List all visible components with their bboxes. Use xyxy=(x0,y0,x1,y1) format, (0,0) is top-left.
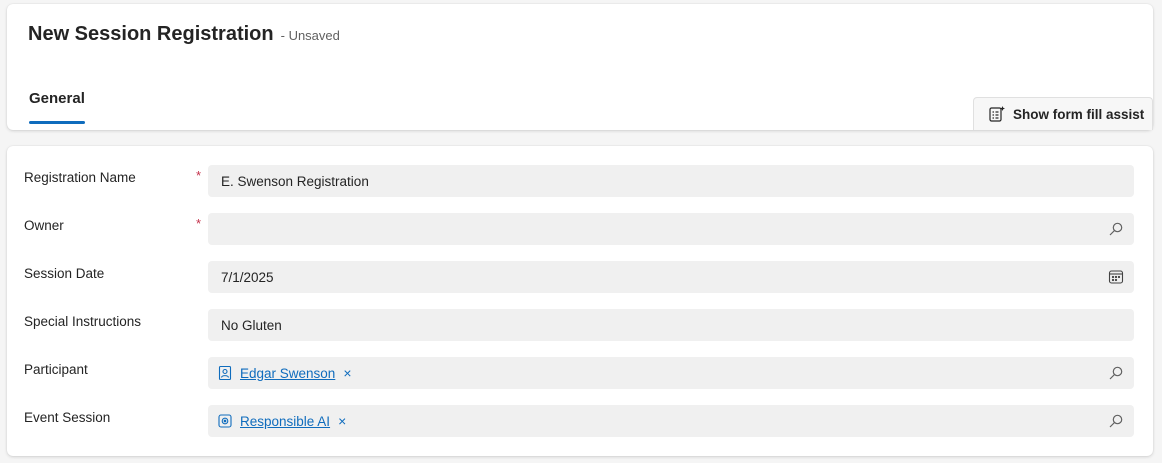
save-status: - Unsaved xyxy=(280,28,340,43)
owner-lookup-input[interactable] xyxy=(208,213,1134,245)
contact-icon xyxy=(217,365,233,381)
event-session-lookup-input[interactable]: Responsible AI × xyxy=(208,405,1134,437)
field-label: Registration Name xyxy=(24,170,136,185)
field-row-session-date: Session Date 7/1/2025 xyxy=(7,261,1153,293)
participant-lookup-input[interactable]: Edgar Swenson × xyxy=(208,357,1134,389)
field-label: Session Date xyxy=(24,266,105,281)
special-instructions-input[interactable]: No Gluten xyxy=(208,309,1134,341)
field-row-participant: Participant Edgar Swenson × xyxy=(7,357,1153,389)
field-label: Owner xyxy=(24,218,64,233)
field-value: E. Swenson Registration xyxy=(221,173,369,189)
form-assist-icon xyxy=(988,105,1006,123)
session-date-input[interactable]: 7/1/2025 xyxy=(208,261,1134,293)
tab-general[interactable]: General xyxy=(29,90,85,107)
field-row-registration-name: Registration Name * E. Swenson Registrat… xyxy=(7,165,1153,197)
registration-name-input[interactable]: E. Swenson Registration xyxy=(208,165,1134,197)
event-session-link[interactable]: Responsible AI xyxy=(240,414,330,429)
remove-participant-icon[interactable]: × xyxy=(343,366,351,380)
search-icon[interactable] xyxy=(1108,221,1124,237)
participant-tag: Edgar Swenson × xyxy=(217,365,352,381)
field-value: No Gluten xyxy=(221,317,282,333)
search-icon[interactable] xyxy=(1108,365,1124,381)
field-row-special-instructions: Special Instructions No Gluten xyxy=(7,309,1153,341)
page-title: New Session Registration xyxy=(28,23,274,45)
active-tab-indicator xyxy=(29,121,85,124)
field-label: Event Session xyxy=(24,410,111,425)
event-session-tag: Responsible AI × xyxy=(217,413,346,429)
form-section-general: Registration Name * E. Swenson Registrat… xyxy=(7,146,1153,456)
assist-button-label: Show form fill assist xyxy=(1013,106,1145,122)
title-row: New Session Registration - Unsaved xyxy=(28,23,340,46)
field-row-event-session: Event Session Responsible AI × xyxy=(7,405,1153,437)
required-indicator: * xyxy=(196,216,202,231)
show-form-fill-assist-button[interactable]: Show form fill assist xyxy=(973,97,1153,130)
calendar-icon[interactable] xyxy=(1108,269,1124,285)
session-icon xyxy=(217,413,233,429)
participant-link[interactable]: Edgar Swenson xyxy=(240,366,335,381)
field-value: 7/1/2025 xyxy=(221,269,274,285)
field-row-owner: Owner * xyxy=(7,213,1153,245)
required-indicator: * xyxy=(196,168,202,183)
remove-event-session-icon[interactable]: × xyxy=(338,414,346,428)
form-header: New Session Registration - Unsaved Gener… xyxy=(7,4,1153,130)
search-icon[interactable] xyxy=(1108,413,1124,429)
field-label: Participant xyxy=(24,362,88,377)
field-label: Special Instructions xyxy=(24,314,142,329)
